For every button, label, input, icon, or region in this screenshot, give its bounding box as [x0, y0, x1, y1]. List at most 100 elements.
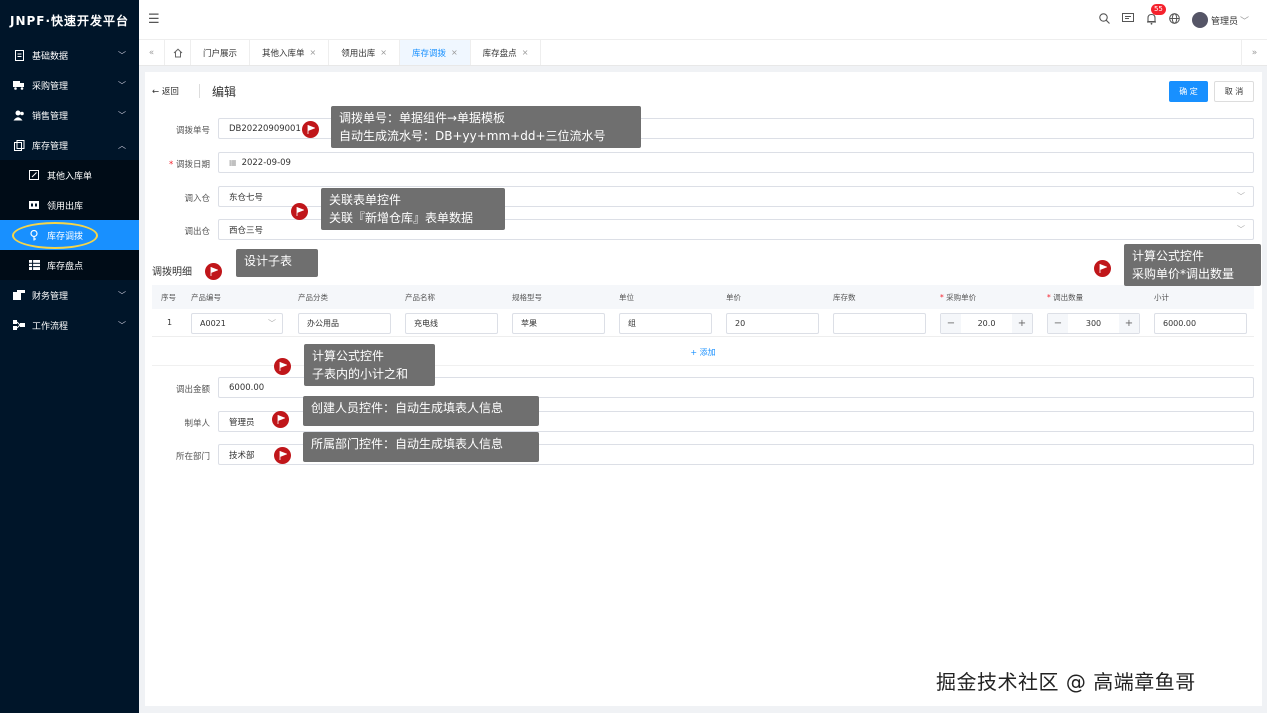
table-header: 库存数: [833, 293, 856, 302]
close-icon[interactable]: ×: [451, 48, 458, 57]
chevron-down-icon: ﹀: [118, 320, 126, 330]
chevron-down-icon: ﹀: [1237, 225, 1245, 234]
minus-icon[interactable]: −: [1048, 314, 1068, 333]
truck-icon: [13, 79, 25, 91]
sidebar-item-stock-transfer[interactable]: 库存调拨: [0, 220, 139, 250]
sidebar-item-requisition-outbound[interactable]: 领用出库: [0, 190, 139, 220]
tab-requisition-outbound[interactable]: 领用出库 ×: [329, 40, 400, 65]
amount-label: 调出金额: [175, 385, 210, 395]
in-warehouse-label: 调入仓: [184, 194, 210, 204]
table-icon: [28, 259, 40, 271]
transfer-no-value: DB20220909001: [229, 123, 301, 134]
table-row: 1 A0021 ﹀ 办公用品 充电线 苹果 组 20 − 20.0 + − 300…: [152, 309, 1254, 337]
flag-marker-icon: [291, 203, 308, 220]
quantity-stepper[interactable]: − 300 +: [1047, 313, 1140, 334]
minus-icon[interactable]: −: [941, 314, 961, 333]
product-category-field[interactable]: 办公用品: [298, 313, 391, 334]
outbound-icon: [28, 199, 40, 211]
tab-stocktaking[interactable]: 库存盘点 ×: [471, 40, 542, 65]
sidebar-item-finance[interactable]: 财务管理 ﹀: [0, 280, 139, 310]
highlight-circle: [12, 222, 98, 249]
top-bar: ☰ 55 管理员 ﹀: [139, 0, 1267, 40]
document-icon: [13, 49, 25, 61]
sidebar-item-workflow[interactable]: 工作流程 ﹀: [0, 310, 139, 340]
home-icon[interactable]: [165, 40, 191, 65]
department-label: 所在部门: [175, 452, 210, 462]
back-button[interactable]: ← 返回: [152, 85, 179, 97]
header-text: 调出数量: [1053, 293, 1084, 302]
table-header: 单价: [726, 293, 741, 302]
globe-icon[interactable]: [1169, 13, 1180, 27]
tab-portal[interactable]: 门户展示: [191, 40, 251, 65]
annotation-callout: 调拨单号：单据组件→单据模板 自动生成流水号：DB+yy+mm+dd+三位流水号: [331, 106, 641, 148]
sidebar-item-inventory[interactable]: 库存管理 ︿: [0, 130, 139, 160]
annotation-callout: 设计子表: [236, 249, 318, 277]
edit-icon: [28, 169, 40, 181]
notification-bell-icon[interactable]: 55: [1146, 3, 1166, 28]
tab-stock-transfer[interactable]: 库存调拨 ×: [399, 40, 471, 65]
chevron-down-icon: ﹀: [118, 50, 126, 60]
chevron-down-icon: ﹀: [1239, 16, 1249, 27]
chevron-down-icon: ﹀: [118, 80, 126, 90]
sidebar-item-purchase[interactable]: 采购管理 ﹀: [0, 70, 139, 100]
department-value: 技术部: [229, 450, 255, 461]
user-name: 管理员: [1210, 16, 1238, 27]
cell-value: 20: [735, 319, 746, 328]
tab-scroll-left-icon[interactable]: «: [139, 40, 165, 65]
subtotal-field[interactable]: 6000.00: [1154, 313, 1247, 334]
plus-icon[interactable]: +: [1012, 314, 1032, 333]
unit-price-field[interactable]: 20: [726, 313, 819, 334]
callout-line: 计算公式控件: [1132, 249, 1205, 263]
cell-value: 6000.00: [1163, 319, 1197, 328]
maker-value: 管理员: [229, 417, 255, 428]
confirm-button[interactable]: 确 定: [1169, 81, 1208, 102]
flag-marker-icon: [274, 358, 291, 375]
menu-toggle-icon[interactable]: ☰: [148, 12, 160, 27]
close-icon[interactable]: ×: [380, 48, 387, 57]
flag-marker-icon: [1094, 260, 1111, 277]
cancel-button[interactable]: 取 消: [1214, 81, 1254, 102]
avatar: [1191, 12, 1208, 28]
spec-field[interactable]: 苹果: [512, 313, 605, 334]
required-mark: *: [169, 160, 176, 170]
search-icon[interactable]: [1099, 13, 1110, 27]
sidebar-item-label: 采购管理: [32, 81, 69, 92]
finance-icon: [13, 289, 25, 301]
sidebar-item-other-inbound[interactable]: 其他入库单: [0, 160, 139, 190]
arrow-left-icon: ←: [152, 87, 162, 97]
transfer-date-value: 2022-09-09: [241, 157, 291, 168]
message-icon[interactable]: [1121, 13, 1134, 27]
unit-field[interactable]: 组: [619, 313, 712, 334]
sidebar-item-sales[interactable]: 销售管理 ﹀: [0, 100, 139, 130]
amount-value: 6000.00: [229, 382, 265, 393]
transfer-date-field[interactable]: ▦ 2022-09-09: [218, 152, 1254, 173]
plus-icon[interactable]: +: [1119, 314, 1139, 333]
chevron-down-icon: ﹀: [268, 319, 276, 328]
stock-field[interactable]: [833, 313, 926, 334]
row-index: 1: [167, 318, 173, 327]
back-label: 返回: [161, 87, 179, 97]
watermark: 掘金技术社区 @ 高端章鱼哥: [936, 670, 1196, 694]
callout-line: 自动生成流水号：DB+yy+mm+dd+三位流水号: [339, 129, 606, 143]
sidebar-item-basic-data[interactable]: 基础数据 ﹀: [0, 40, 139, 70]
detail-table: 序号 产品编号 产品分类 产品名称 规格型号 单位 单价 库存数 * 采购单价 …: [152, 285, 1254, 337]
sidebar-item-label: 销售管理: [32, 111, 69, 122]
tab-scroll-right-icon[interactable]: »: [1241, 40, 1267, 66]
table-header: * 采购单价: [940, 292, 976, 303]
product-code-select[interactable]: A0021 ﹀: [191, 313, 283, 334]
sidebar-item-stocktaking[interactable]: 库存盘点: [0, 250, 139, 280]
sidebar: JNPF·快速开发平台 基础数据 ﹀ 采购管理 ﹀ 销售管理 ﹀ 库存管理 ︿ …: [0, 0, 139, 713]
user-menu[interactable]: 管理员 ﹀: [1191, 12, 1249, 28]
flag-marker-icon: [302, 121, 319, 138]
purchase-price-stepper[interactable]: − 20.0 +: [940, 313, 1033, 334]
tab-label: 其他入库单: [262, 48, 305, 59]
annotation-callout: 计算公式控件 采购单价*调出数量: [1124, 244, 1261, 286]
close-icon[interactable]: ×: [310, 48, 317, 57]
tab-other-inbound[interactable]: 其他入库单 ×: [250, 40, 330, 65]
close-icon[interactable]: ×: [522, 48, 529, 57]
annotation-callout: 关联表单控件 关联『新增仓库』表单数据: [321, 188, 505, 230]
callout-line: 关联『新增仓库』表单数据: [329, 211, 474, 225]
label-text: 调拨日期: [175, 160, 210, 170]
copy-icon: [13, 139, 25, 151]
product-name-field[interactable]: 充电线: [405, 313, 498, 334]
